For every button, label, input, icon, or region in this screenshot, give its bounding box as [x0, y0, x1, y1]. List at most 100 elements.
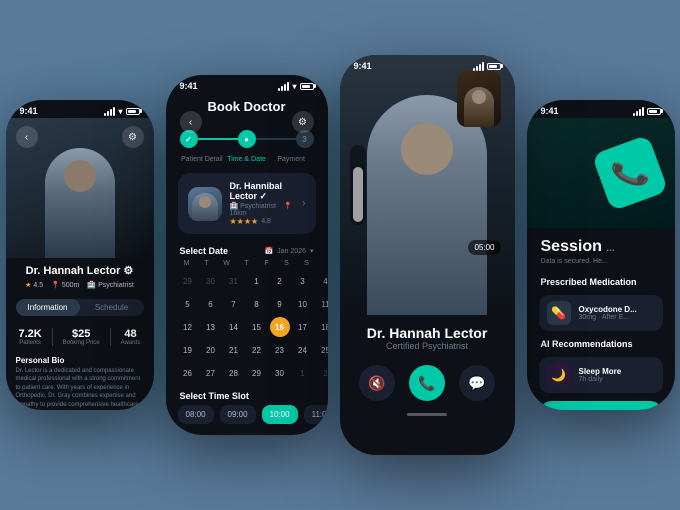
- cal-day[interactable]: 27: [201, 363, 221, 383]
- cal-day[interactable]: 24: [293, 340, 313, 360]
- select-date-label: Select Date: [180, 246, 229, 256]
- cal-day[interactable]: 18: [316, 317, 328, 337]
- cal-day[interactable]: 9: [270, 294, 290, 314]
- step-2-circle: ●: [238, 130, 256, 148]
- doctor-specialty-3: Certified Psychiatrist: [354, 341, 501, 351]
- cal-day[interactable]: 3: [293, 271, 313, 291]
- tab-information[interactable]: Information: [16, 299, 80, 316]
- cal-day[interactable]: 2: [270, 271, 290, 291]
- session-content: 📞 Session ... Data is secured. He... Pre…: [527, 118, 675, 410]
- doctor-main-hero: 9:41: [340, 55, 515, 315]
- cal-day[interactable]: 29: [178, 271, 198, 291]
- status-icons-1: ▾: [104, 107, 139, 116]
- doctor-main-content: 9:41: [340, 55, 515, 455]
- time-1: 9:41: [20, 106, 38, 116]
- month-nav[interactable]: 📅 Jan 2026 ▾: [264, 247, 313, 255]
- cal-day[interactable]: 15: [247, 317, 267, 337]
- time-slot-3[interactable]: 11:00: [304, 405, 328, 424]
- doctor-silhouette-main: [367, 95, 487, 315]
- date-header: Select Date 📅 Jan 2026 ▾: [166, 238, 328, 260]
- volume-fill: [353, 167, 363, 222]
- cal-day[interactable]: 26: [178, 363, 198, 383]
- back-button-1[interactable]: ‹: [16, 126, 38, 148]
- status-bar-4: 9:41: [527, 100, 675, 118]
- cal-day[interactable]: 8: [247, 294, 267, 314]
- cal-day[interactable]: 11: [316, 294, 328, 314]
- step-line-1: [198, 138, 238, 140]
- medications-title: Prescribed Medication: [527, 273, 675, 291]
- settings-button-1[interactable]: ⚙: [122, 126, 144, 148]
- phone-illustration: 📞: [585, 118, 675, 228]
- wifi-icon-2: ▾: [292, 82, 296, 91]
- step-labels: Patient Detail Time & Date Payment: [166, 154, 328, 169]
- cal-day[interactable]: 25: [316, 340, 328, 360]
- tab-schedule[interactable]: Schedule: [80, 299, 144, 316]
- cal-day[interactable]: 5: [178, 294, 198, 314]
- cal-day[interactable]: 17: [293, 317, 313, 337]
- cal-day[interactable]: 30: [201, 271, 221, 291]
- status-icons-4: [633, 107, 661, 116]
- stat-patients: 7.2K Patients: [18, 328, 41, 346]
- cal-day-selected[interactable]: 16: [270, 317, 290, 337]
- doctor-name-3: Dr. Hannah Lector: [354, 325, 501, 341]
- cal-day[interactable]: 20: [201, 340, 221, 360]
- stat-divider-1: [52, 328, 53, 346]
- cal-day[interactable]: 19: [178, 340, 198, 360]
- doctor-head-1: [64, 160, 96, 192]
- doctor-thumbnail: [457, 71, 501, 127]
- call-timer: 05:00: [468, 240, 500, 255]
- time-slot-1[interactable]: 09:00: [220, 405, 256, 424]
- time-2: 9:41: [180, 81, 198, 91]
- rating-badge: ★ 4.5: [25, 281, 43, 289]
- cal-day[interactable]: 4: [316, 271, 328, 291]
- step-label-3: Payment: [269, 156, 314, 163]
- bio-title: Personal Bio: [6, 352, 154, 367]
- cal-day[interactable]: 13: [201, 317, 221, 337]
- cal-day[interactable]: 1: [247, 271, 267, 291]
- back-button-2[interactable]: ‹: [180, 111, 202, 133]
- time-4: 9:41: [541, 106, 559, 116]
- doctor-card-2[interactable]: Dr. Hannibal Lector ✓ 🏥 Psychiatrist 📍 1…: [178, 173, 316, 234]
- ai-info-0: Sleep More 7h daily: [579, 367, 622, 383]
- mute-button[interactable]: 🔇: [359, 365, 395, 401]
- profile-tabs: Information Schedule: [16, 299, 144, 316]
- cal-day[interactable]: 31: [224, 271, 244, 291]
- cal-day[interactable]: 29: [247, 363, 267, 383]
- cal-day[interactable]: 22: [247, 340, 267, 360]
- doctor-card-arrow-icon: ›: [302, 198, 305, 209]
- cal-day[interactable]: 30: [270, 363, 290, 383]
- time-slot-2-selected[interactable]: 10:00: [262, 405, 298, 424]
- cal-day[interactable]: 14: [224, 317, 244, 337]
- cal-day[interactable]: 10: [293, 294, 313, 314]
- phone-book-doctor: 9:41 ▾ ‹ Book Doctor ⚙ ✓ ●: [166, 75, 328, 435]
- chevron-down-icon: ▾: [310, 247, 314, 255]
- battery-icon-1: [126, 108, 140, 115]
- signal-icon-4: [633, 107, 644, 116]
- settings-button-2[interactable]: ⚙: [292, 111, 314, 133]
- cal-day[interactable]: 1: [293, 363, 313, 383]
- time-slot-0[interactable]: 08:00: [178, 405, 214, 424]
- cal-day[interactable]: 23: [270, 340, 290, 360]
- location-icon: 📍: [51, 281, 60, 289]
- cal-day[interactable]: 2: [316, 363, 328, 383]
- volume-slider[interactable]: [350, 145, 366, 225]
- medication-item-0: 💊 Oxycodone D... 30mg · After E...: [539, 295, 663, 331]
- cal-day[interactable]: 6: [201, 294, 221, 314]
- medication-info-0: Oxycodone D... 30mg · After E...: [579, 305, 637, 321]
- cal-day[interactable]: 28: [224, 363, 244, 383]
- message-button[interactable]: 💬: [459, 365, 495, 401]
- call-button[interactable]: 📞: [409, 365, 445, 401]
- bio-text: Dr. Lector is a dedicated and compassion…: [6, 367, 154, 410]
- cal-day[interactable]: 7: [224, 294, 244, 314]
- doctor-badges-1: ★ 4.5 📍 500m 🏥 Psychiatrist: [6, 279, 154, 293]
- hero-image-1: ‹ ⚙: [6, 118, 154, 258]
- complete-button[interactable]: Comple...: [539, 401, 663, 410]
- calendar-icon-nav: 📅: [264, 247, 273, 255]
- phones-container: 9:41 ▾ ‹ ⚙ Dr. Hannah Lector ⚙: [6, 55, 675, 455]
- cal-day[interactable]: 12: [178, 317, 198, 337]
- stat-awards: 48 Awards: [121, 328, 141, 346]
- step-line-2: [256, 138, 296, 140]
- doctor-name-1: Dr. Hannah Lector ⚙: [6, 258, 154, 279]
- cal-day[interactable]: 21: [224, 340, 244, 360]
- time-slots-row: 08:00 09:00 10:00 11:00: [166, 405, 328, 424]
